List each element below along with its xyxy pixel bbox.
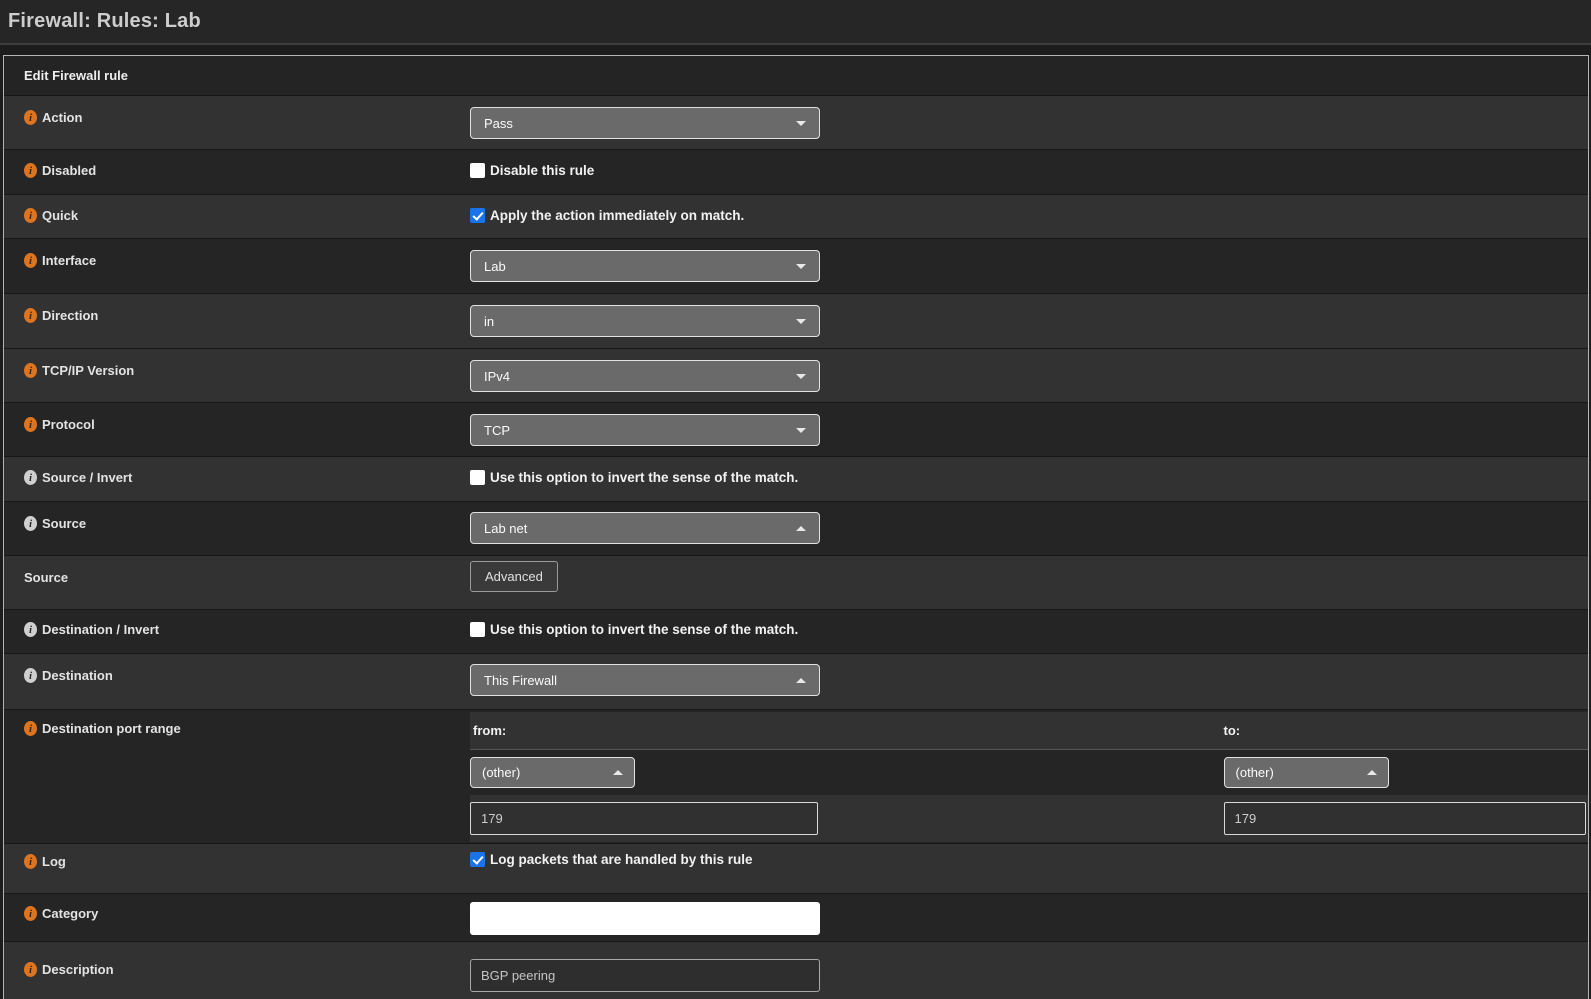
panel-title: Edit Firewall rule [24, 68, 128, 83]
field-label: Description [42, 962, 114, 978]
edit-firewall-rule-panel: Edit Firewall rule i Action Pass i Disab… [3, 55, 1589, 999]
select-value: IPv4 [484, 369, 510, 384]
field-label: Disabled [42, 163, 96, 179]
info-icon: i [24, 163, 37, 178]
caret-up-icon [613, 770, 623, 775]
destination-select[interactable]: This Firewall [470, 664, 820, 696]
row-quick: i Quick Apply the action immediately on … [4, 195, 1588, 239]
info-icon: i [24, 110, 37, 125]
row-destination-port-range: i Destination port range from: to: (othe… [4, 710, 1588, 844]
field-label: Destination / Invert [42, 622, 159, 638]
info-icon: i [24, 854, 37, 869]
log-checkbox[interactable] [470, 852, 485, 867]
interface-select[interactable]: Lab [470, 250, 820, 282]
row-interface: i Interface Lab [4, 239, 1588, 294]
info-icon: i [24, 962, 37, 977]
field-label: Destination [42, 668, 113, 684]
field-label: Direction [42, 308, 98, 324]
row-source-invert: i Source / Invert Use this option to inv… [4, 457, 1588, 502]
row-source-advanced: Source Advanced [4, 556, 1588, 610]
action-select[interactable]: Pass [470, 107, 820, 139]
disabled-checkbox[interactable] [470, 163, 485, 178]
port-from-header: from: [470, 712, 1224, 749]
source-invert-checkbox[interactable] [470, 470, 485, 485]
select-value: (other) [1236, 765, 1274, 780]
select-value: Lab [484, 259, 506, 274]
port-range-table: from: to: (other) (other) [470, 712, 1588, 842]
caret-down-icon [796, 374, 806, 379]
row-direction: i Direction in [4, 294, 1588, 349]
caret-up-icon [1367, 770, 1377, 775]
caret-up-icon [796, 526, 806, 531]
field-label: Category [42, 906, 98, 922]
row-log: i Log Log packets that are handled by th… [4, 844, 1588, 894]
checkbox-label[interactable]: Use this option to invert the sense of t… [490, 622, 798, 638]
field-label: TCP/IP Version [42, 363, 134, 379]
row-disabled: i Disabled Disable this rule [4, 150, 1588, 195]
destination-invert-checkbox[interactable] [470, 622, 485, 637]
select-value: in [484, 314, 494, 329]
row-category: i Category [4, 894, 1588, 942]
row-protocol: i Protocol TCP [4, 403, 1588, 457]
category-input[interactable] [470, 902, 820, 935]
info-icon: i [24, 363, 37, 378]
info-icon: i [24, 470, 37, 485]
port-from-input[interactable] [470, 802, 818, 835]
quick-checkbox[interactable] [470, 208, 485, 223]
page-header: Firewall: Rules: Lab [0, 0, 1591, 45]
info-icon: i [24, 668, 37, 683]
field-label: Source [42, 516, 86, 532]
port-from-select[interactable]: (other) [470, 757, 635, 788]
info-icon: i [24, 417, 37, 432]
field-label: Log [42, 854, 66, 870]
checkbox-label[interactable]: Apply the action immediately on match. [490, 208, 744, 224]
source-select[interactable]: Lab net [470, 512, 820, 544]
checkbox-label[interactable]: Disable this rule [490, 163, 594, 179]
info-icon: i [24, 622, 37, 637]
checkbox-label[interactable]: Log packets that are handled by this rul… [490, 852, 753, 868]
info-icon: i [24, 721, 37, 736]
select-value: Pass [484, 116, 513, 131]
caret-down-icon [796, 319, 806, 324]
select-value: TCP [484, 423, 510, 438]
row-source: i Source Lab net [4, 502, 1588, 556]
field-label: Protocol [42, 417, 95, 433]
direction-select[interactable]: in [470, 305, 820, 337]
field-label: Quick [42, 208, 78, 224]
field-label: Action [42, 110, 82, 126]
caret-down-icon [796, 121, 806, 126]
port-to-header: to: [1224, 712, 1588, 749]
row-action: i Action Pass [4, 96, 1588, 150]
row-destination: i Destination This Firewall [4, 654, 1588, 710]
info-icon: i [24, 253, 37, 268]
row-tcpip-version: i TCP/IP Version IPv4 [4, 349, 1588, 403]
info-icon: i [24, 516, 37, 531]
select-value: This Firewall [484, 673, 557, 688]
port-to-input[interactable] [1224, 802, 1586, 835]
row-destination-invert: i Destination / Invert Use this option t… [4, 610, 1588, 654]
caret-down-icon [796, 428, 806, 433]
field-label: Source [24, 570, 68, 586]
port-to-select[interactable]: (other) [1224, 757, 1389, 788]
info-icon: i [24, 308, 37, 323]
page-title: Firewall: Rules: Lab [8, 10, 201, 33]
info-icon: i [24, 208, 37, 223]
row-description: i Description [4, 942, 1588, 999]
field-label: Interface [42, 253, 96, 269]
port-range-header: from: to: [470, 712, 1588, 750]
info-icon: i [24, 906, 37, 921]
select-value: (other) [482, 765, 520, 780]
protocol-select[interactable]: TCP [470, 414, 820, 446]
select-value: Lab net [484, 521, 527, 536]
panel-header: Edit Firewall rule [4, 56, 1588, 96]
description-input[interactable] [470, 959, 820, 992]
source-advanced-button[interactable]: Advanced [470, 561, 558, 592]
field-label: Destination port range [42, 721, 181, 737]
field-label: Source / Invert [42, 470, 132, 486]
tcpip-version-select[interactable]: IPv4 [470, 360, 820, 392]
caret-down-icon [796, 264, 806, 269]
checkbox-label[interactable]: Use this option to invert the sense of t… [490, 470, 798, 486]
caret-up-icon [796, 678, 806, 683]
